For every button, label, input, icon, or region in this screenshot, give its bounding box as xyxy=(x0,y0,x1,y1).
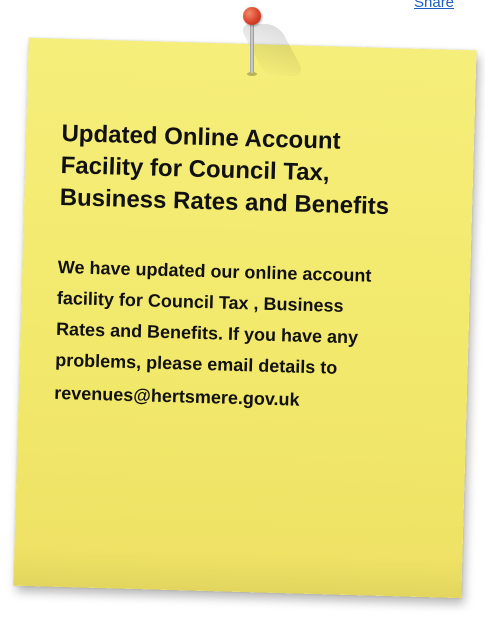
share-link[interactable]: Share xyxy=(414,0,454,11)
note-body: We have updated our online account facil… xyxy=(54,252,398,418)
note-content: Updated Online Account Facility for Coun… xyxy=(54,118,422,419)
page: Share Updated Online Account Facility fo… xyxy=(0,0,485,633)
note-title: Updated Online Account Facility for Coun… xyxy=(59,119,390,221)
pushpin-icon xyxy=(243,7,261,25)
note-body-text: We have updated our online account facil… xyxy=(54,256,372,378)
pin-needle xyxy=(250,18,254,73)
